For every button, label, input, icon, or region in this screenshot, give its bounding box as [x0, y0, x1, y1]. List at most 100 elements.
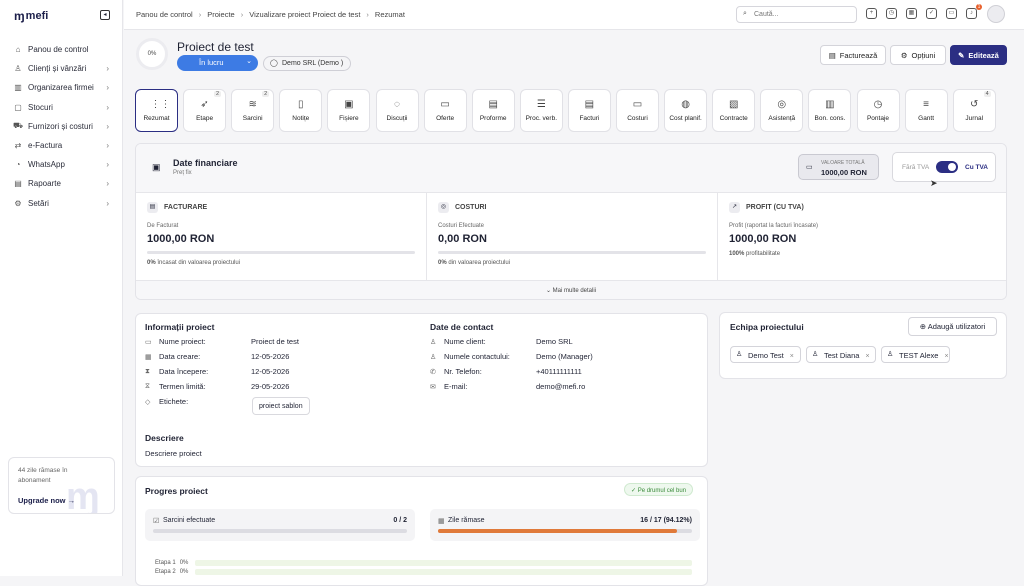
upgrade-button[interactable]: Upgrade now →: [18, 496, 75, 505]
tab-count: 2: [262, 91, 270, 97]
status-label: În lucru: [199, 58, 224, 67]
chevron-right-icon: ›: [106, 121, 109, 131]
sidebar-item-1[interactable]: ♙ Clienți și vânzări ›: [0, 59, 123, 78]
user-avatar[interactable]: [987, 5, 1005, 23]
sidebar-item-5[interactable]: ⇄ e-Factura ›: [0, 136, 123, 155]
contact-title: Date de contact: [430, 322, 494, 332]
client-chip[interactable]: ◯ Demo SRL (Demo ): [263, 56, 352, 71]
sidebar-item-7[interactable]: ▤ Rapoarte ›: [0, 174, 123, 193]
team-member-chip[interactable]: ♙ Demo Test ×: [730, 346, 801, 363]
tab-12[interactable]: ▧ Contracte: [712, 89, 756, 132]
timer-icon[interactable]: ◷: [886, 8, 897, 19]
sidebar-item-label: Clienți și vânzări: [28, 64, 87, 74]
breadcrumb-item[interactable]: Proiecte: [207, 10, 235, 19]
tab-label: Oferte: [436, 115, 455, 122]
tab-6[interactable]: ▭ Oferte: [423, 89, 467, 132]
tab-8[interactable]: ☰ Proc. verb.: [519, 89, 563, 132]
costs-label: Costuri Efectuate: [438, 223, 485, 229]
tab-16[interactable]: ≡ Gantt: [904, 89, 948, 132]
stage-row: Etapa 1 0%: [155, 560, 692, 566]
remove-icon[interactable]: ×: [790, 353, 794, 360]
briefcase-icon: ▣: [152, 162, 161, 172]
invoice-label: Facturează: [839, 50, 878, 60]
calendar-icon[interactable]: ▦: [906, 8, 917, 19]
edit-icon: ✎: [958, 50, 965, 60]
tasks-value: 0 / 2: [393, 517, 407, 524]
sidebar-item-3[interactable]: ▢ Stocuri ›: [0, 98, 123, 117]
remove-icon[interactable]: ×: [944, 353, 948, 360]
more-details-button[interactable]: ⌄ Mai multe detalii: [136, 280, 1006, 299]
user-icon: ♙: [430, 338, 437, 346]
cost-icon: ▭: [632, 99, 643, 110]
chevron-right-icon: ›: [240, 10, 244, 19]
sidebar-item-label: Panou de control: [28, 45, 89, 55]
tab-3[interactable]: ▯ Notițe: [279, 89, 323, 132]
tab-1[interactable]: ➶ Etape 2: [183, 89, 227, 132]
description-text: Descriere proiect: [145, 449, 202, 458]
status-badge-label: Pe drumul cel bun: [637, 488, 687, 494]
vat-toggle[interactable]: [936, 161, 958, 173]
total-value-box: ▭ VALOARE TOTALĂ 1000,00 RON: [798, 154, 879, 180]
days-bar: [438, 529, 692, 533]
sidebar-item-2[interactable]: ▥ Organizarea firmei ›: [0, 78, 123, 97]
description-title: Descriere: [145, 433, 184, 443]
team-member-chip[interactable]: ♙ TEST Alexe ×: [881, 346, 950, 363]
days-value: 16 / 17 (94.12%): [640, 517, 692, 524]
tab-11[interactable]: ◍ Cost planif.: [664, 89, 708, 132]
logo[interactable]: ɱ mefi: [14, 9, 48, 23]
tab-label: Sarcini: [242, 115, 263, 122]
tab-14[interactable]: ▥ Bon. cons.: [808, 89, 852, 132]
total-label: VALOARE TOTALĂ: [821, 160, 865, 166]
tab-17[interactable]: ↺ Jurnal 4: [952, 89, 996, 132]
report-icon: ▤: [14, 179, 22, 189]
options-button[interactable]: ⚙ Opțiuni: [890, 45, 946, 65]
search-input[interactable]: ⌕ Caută...: [736, 6, 857, 23]
tab-7[interactable]: ▤ Proforme: [471, 89, 515, 132]
sidebar-item-8[interactable]: ⚙ Setări ›: [0, 194, 123, 213]
contact-row: ✆ Nr. Telefon: +40111111111: [430, 367, 582, 376]
tab-5[interactable]: ◌ Discuții: [375, 89, 419, 132]
breadcrumb-item[interactable]: Vizualizare proiect Proiect de test: [249, 10, 360, 19]
breadcrumb-item[interactable]: Panou de control: [136, 10, 193, 19]
sidebar-item-label: Organizarea firmei: [28, 83, 94, 93]
sidebar-item-0[interactable]: ⌂ Panou de control: [0, 40, 123, 59]
add-icon[interactable]: +: [866, 8, 877, 19]
billing-value: 1000,00 RON: [147, 233, 215, 245]
sidebar-item-4[interactable]: ⛟ Furnizori și costuri ›: [0, 117, 123, 136]
invoice-button[interactable]: ▤ Facturează: [820, 45, 886, 65]
tab-0[interactable]: ⋮⋮ Rezumat: [135, 89, 178, 132]
team-member-chip[interactable]: ♙ Test Diana ×: [806, 346, 876, 363]
team-member-name: Test Diana: [824, 351, 860, 360]
tag-chip[interactable]: proiect sablon: [252, 397, 310, 415]
whatsapp-icon: ◔: [15, 160, 21, 170]
remove-icon[interactable]: ×: [865, 353, 869, 360]
history-icon: ↺: [969, 99, 979, 110]
tab-13[interactable]: ◎ Asistență: [760, 89, 804, 132]
add-users-button[interactable]: ⊕ Adaugă utilizatori: [908, 317, 997, 336]
edit-button[interactable]: ✎ Editează: [950, 45, 1007, 65]
tasks-icon[interactable]: ✓: [926, 8, 937, 19]
tab-4[interactable]: ▣ Fișiere: [327, 89, 371, 132]
chevron-right-icon: ›: [106, 102, 109, 112]
contact-key: Nume client:: [444, 337, 486, 346]
bell-icon[interactable]: ♪: [966, 8, 977, 19]
info-value: 12-05-2026: [251, 367, 290, 376]
sidebar-item-6[interactable]: ◔ WhatsApp ›: [0, 155, 123, 174]
billing-pct: 0%: [147, 260, 156, 266]
contact-key: Nr. Telefon:: [444, 367, 482, 376]
stage-pct: 0%: [179, 560, 189, 566]
tab-2[interactable]: ≋ Sarcini 2: [231, 89, 275, 132]
collapse-sidebar-icon[interactable]: ◂: [100, 10, 110, 20]
tab-10[interactable]: ▭ Costuri: [616, 89, 659, 132]
tab-label: Asistență: [768, 115, 796, 122]
vat-toggle-box: Fără TVA Cu TVA: [892, 152, 996, 182]
chat-icon[interactable]: ▭: [946, 8, 957, 19]
tab-15[interactable]: ◷ Pontaje: [856, 89, 900, 132]
layers-icon: ≋: [248, 99, 257, 110]
tab-9[interactable]: ▤ Facturi: [567, 89, 611, 132]
search-icon: ⌕: [743, 10, 747, 17]
users-icon: ♙: [14, 64, 22, 74]
topbar: Panou de control › Proiecte › Vizualizare pr…: [124, 0, 1024, 30]
costs-note: 0% din valoarea proiectului: [438, 260, 510, 266]
status-dropdown[interactable]: În lucru ⌄: [177, 55, 258, 71]
